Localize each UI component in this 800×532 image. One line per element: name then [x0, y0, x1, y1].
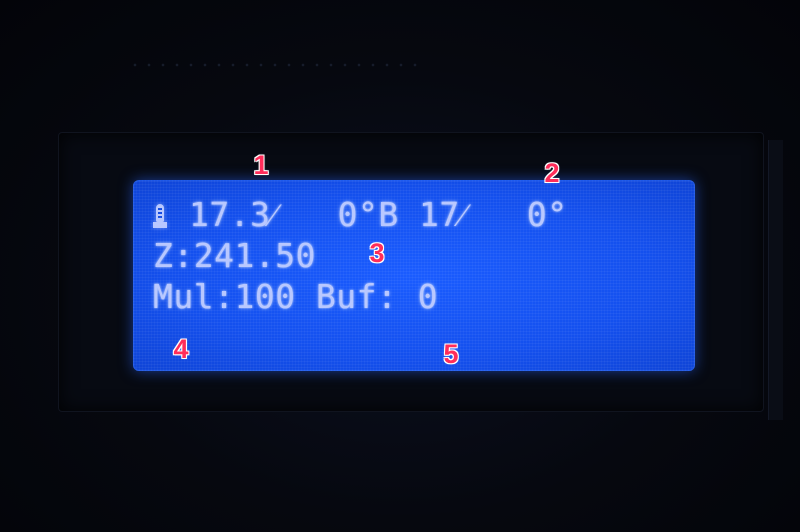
lcd-row-multiplier-buffer: Mul:100 Buf: 0	[153, 277, 439, 316]
lcd-screen: 17.3⁄ 0°B 17⁄ 0° Z:241.50 Mul:100 Buf: 0	[133, 180, 695, 371]
temperature-readout: 17.3⁄ 0°B 17⁄ 0°	[189, 195, 568, 234]
lcd-row-z-position: Z:241.50	[153, 236, 316, 275]
annotation-marker-3: 3	[369, 238, 385, 268]
annotation-marker-5: 5	[443, 339, 459, 369]
annotation-marker-2: 2	[544, 158, 560, 188]
hotend-icon	[153, 202, 167, 230]
lcd-row-temperatures: 17.3⁄ 0°B 17⁄ 0°	[153, 197, 568, 233]
annotation-marker-4: 4	[173, 334, 189, 364]
printer-controller-panel: 17.3⁄ 0°B 17⁄ 0° Z:241.50 Mul:100 Buf: 0…	[0, 0, 800, 532]
side-connector	[768, 140, 783, 420]
header-pins	[128, 62, 418, 68]
annotation-marker-1: 1	[253, 150, 269, 180]
